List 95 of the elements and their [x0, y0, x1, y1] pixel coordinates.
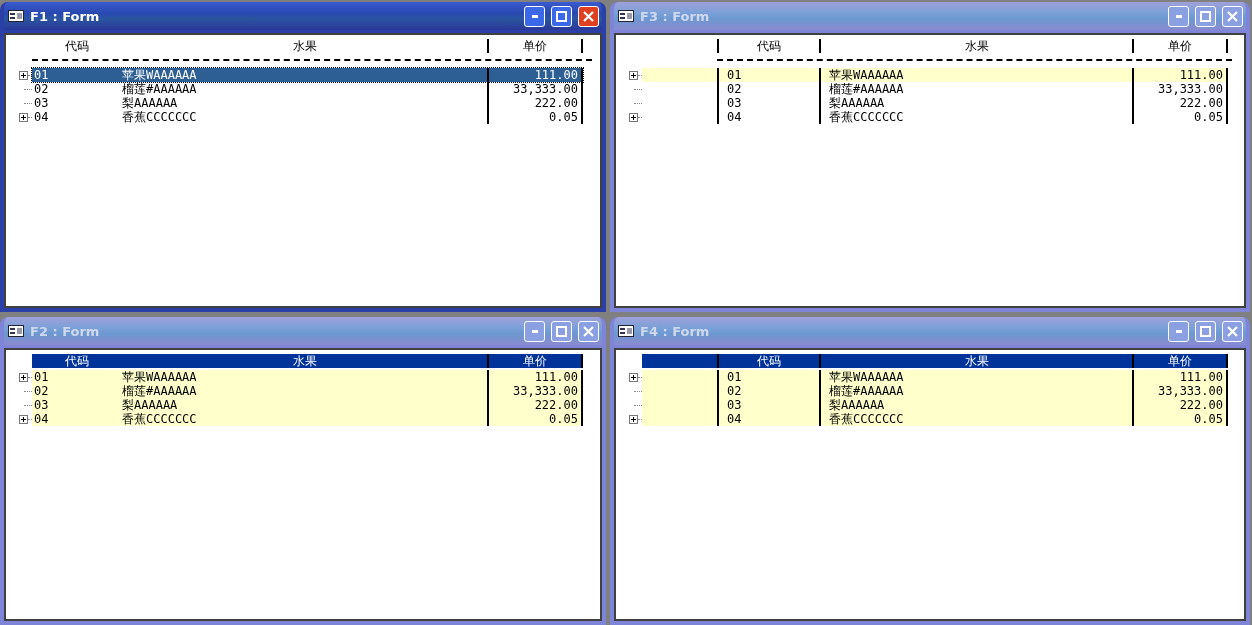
table-cell: 梨AAAAAA	[819, 96, 1132, 110]
window-icon	[618, 325, 634, 337]
column-header[interactable]: 水果	[122, 39, 487, 53]
column-header[interactable]: 单价	[487, 39, 583, 53]
table-cell-text: 01	[33, 370, 50, 384]
expand-icon[interactable]	[19, 70, 28, 80]
table-cell-text: 香蕉CCCCCCC	[122, 110, 198, 124]
table-row[interactable]: 04 香蕉CCCCCCC 0.05	[642, 412, 1228, 426]
table-cell-text: 榴莲#AAAAAA	[122, 384, 198, 398]
table-cell: 04	[717, 412, 819, 426]
column-header[interactable]: 单价	[1132, 354, 1228, 368]
table-cell-text: 03	[33, 96, 50, 110]
expand-icon[interactable]	[19, 414, 28, 424]
minimize-icon	[531, 329, 538, 333]
table-row[interactable]: 02 榴莲#AAAAAA 33,333.00	[642, 82, 1228, 96]
table-cell: 222.00	[487, 96, 583, 110]
table-cell-text: 02	[33, 384, 50, 398]
minimize-button[interactable]	[524, 5, 545, 27]
close-icon	[583, 325, 594, 337]
table-cell-text: 04	[33, 110, 50, 124]
table-cell-text: 02	[33, 82, 50, 96]
column-header[interactable]: 水果	[819, 39, 1132, 53]
maximize-icon	[1200, 325, 1211, 337]
table-cell: 03	[717, 96, 819, 110]
table-row[interactable]: 04 香蕉CCCCCCC 0.05	[32, 110, 583, 124]
table-row[interactable]: 01 苹果WAAAAAA 111.00	[32, 68, 583, 82]
column-header[interactable]: 代码	[32, 39, 122, 53]
table-cell: 02	[717, 82, 819, 96]
minimize-icon	[1175, 14, 1182, 18]
table-row[interactable]: 01 苹果WAAAAAA 111.00	[642, 68, 1228, 82]
window-title: F2 : Form	[30, 323, 101, 339]
table-row[interactable]: 02 榴莲#AAAAAA 33,333.00	[642, 384, 1228, 398]
window-icon	[8, 325, 24, 337]
table-cell: 33,333.00	[487, 82, 583, 96]
window-icon	[618, 10, 634, 22]
table-cell: 苹果WAAAAAA	[819, 68, 1132, 82]
maximize-icon	[1200, 10, 1211, 22]
table-cell-text: 榴莲#AAAAAA	[122, 82, 198, 96]
table-row[interactable]: 03 梨AAAAAA 222.00	[642, 398, 1228, 412]
table-cell: 0.05	[1132, 110, 1228, 124]
window-title: F3 : Form	[640, 8, 711, 24]
expand-icon[interactable]	[19, 372, 28, 382]
column-header[interactable]: 水果	[819, 354, 1132, 368]
table-row[interactable]: 04 香蕉CCCCCCC 0.05	[32, 412, 583, 426]
table-cell: 0.05	[487, 110, 583, 124]
table-cell: 33,333.00	[1132, 82, 1228, 96]
table-cell: 榴莲#AAAAAA	[819, 82, 1132, 96]
column-header[interactable]: 代码	[32, 354, 122, 368]
column-header[interactable]: 水果	[122, 354, 487, 368]
table-cell-text: 香蕉CCCCCCC	[122, 412, 198, 426]
close-icon	[1227, 325, 1238, 337]
table-cell-text: 03	[33, 398, 50, 412]
window-icon	[8, 10, 24, 22]
expand-icon[interactable]	[629, 70, 638, 80]
column-header[interactable]: 代码	[717, 354, 819, 368]
close-icon	[583, 10, 594, 22]
table-row[interactable]: 03 梨AAAAAA 222.00	[32, 96, 583, 110]
column-header[interactable]: 单价	[1132, 39, 1228, 53]
column-header[interactable]: 单价	[487, 354, 583, 368]
table-cell: 222.00	[1132, 96, 1228, 110]
expand-icon[interactable]	[19, 112, 28, 122]
maximize-icon	[556, 325, 567, 337]
expand-icon[interactable]	[629, 112, 638, 122]
table-row[interactable]: 02 榴莲#AAAAAA 33,333.00	[32, 384, 583, 398]
table-cell: 01	[717, 68, 819, 82]
table-row[interactable]: 01 苹果WAAAAAA 111.00	[642, 370, 1228, 384]
table-cell: 香蕉CCCCCCC	[819, 412, 1132, 426]
table-cell: 111.00	[1132, 68, 1228, 82]
table-cell-text: 04	[33, 412, 50, 426]
expand-icon[interactable]	[629, 372, 638, 382]
minimize-icon	[1175, 329, 1182, 333]
maximize-icon	[556, 10, 567, 22]
window-title: F1 : Form	[30, 8, 101, 24]
maximize-button[interactable]	[551, 5, 572, 27]
table-cell: 0.05	[1132, 412, 1228, 426]
table-cell: 111.00	[487, 68, 583, 82]
expand-icon[interactable]	[629, 414, 638, 424]
table-cell-text: 梨AAAAAA	[122, 398, 179, 412]
table-cell: 香蕉CCCCCCC	[819, 110, 1132, 124]
minimize-icon	[531, 14, 538, 18]
column-header[interactable]: 代码	[717, 39, 819, 53]
close-icon	[1227, 10, 1238, 22]
table-cell: 0.05	[487, 412, 583, 426]
window-title: F4 : Form	[640, 323, 711, 339]
table-cell-text: 梨AAAAAA	[122, 96, 179, 110]
table-row[interactable]: 04 香蕉CCCCCCC 0.05	[642, 110, 1228, 124]
table-cell-text: 01	[33, 68, 50, 82]
table-row[interactable]: 03 梨AAAAAA 222.00	[32, 398, 583, 412]
table-cell: 04	[717, 110, 819, 124]
table-row[interactable]: 03 梨AAAAAA 222.00	[642, 96, 1228, 110]
close-button[interactable]	[578, 5, 599, 27]
table-cell-text: 苹果WAAAAAA	[122, 68, 198, 82]
table-cell-text: 苹果WAAAAAA	[122, 370, 198, 384]
table-row[interactable]: 01 苹果WAAAAAA 111.00	[32, 370, 583, 384]
table-row[interactable]: 02 榴莲#AAAAAA 33,333.00	[32, 82, 583, 96]
